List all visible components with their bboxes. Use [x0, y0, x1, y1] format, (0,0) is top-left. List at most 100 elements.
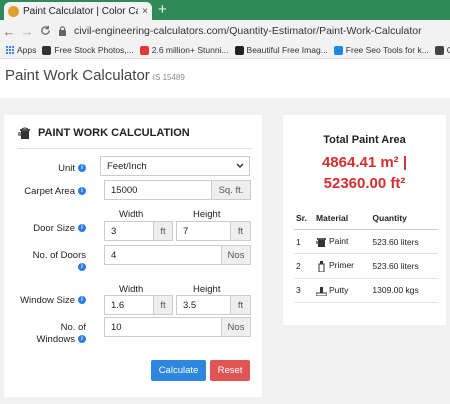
- bookmark-seo-tools[interactable]: Free Seo Tools for k...: [333, 45, 429, 55]
- standard-code: IS 15489: [152, 73, 185, 82]
- bookmark-label: Beautiful Free Imag...: [246, 45, 328, 55]
- no-of-windows-label: No. of Windows i: [14, 322, 86, 346]
- no-of-doors-input[interactable]: 4: [104, 245, 222, 265]
- info-icon[interactable]: i: [78, 296, 86, 305]
- calculate-button[interactable]: Calculate: [151, 360, 206, 381]
- bookmark-favicon-icon: [42, 45, 52, 55]
- windows-unit: Nos: [221, 317, 251, 337]
- total-paint-area-title: Total Paint Area: [323, 134, 406, 146]
- no-of-windows-label-text: No. of: [60, 322, 86, 333]
- materials-table: Sr. Material Quantity 1 Paint 523.60 lit…: [294, 207, 438, 303]
- material-name: Putty: [328, 284, 349, 295]
- info-icon[interactable]: i: [78, 187, 86, 196]
- site-favicon-icon: [8, 5, 19, 17]
- unit-select-value: Feet/Inch: [107, 160, 147, 172]
- column-header: Sr.: [294, 207, 314, 230]
- no-of-doors-label-text: No. of Doors: [32, 250, 86, 261]
- divider: [18, 148, 252, 149]
- bookmark-stock-photos[interactable]: Free Stock Photos,...: [42, 45, 134, 55]
- bookmark-label: Free Seo Tools for k...: [345, 45, 429, 55]
- no-of-windows-input[interactable]: 10: [104, 317, 222, 337]
- doors-unit: Nos: [221, 245, 251, 265]
- door-width-header: Width: [119, 209, 144, 220]
- window-width-unit: ft: [153, 295, 173, 315]
- primer-bottle-icon: [316, 260, 327, 272]
- calculation-form-card: PAINT WORK CALCULATION Unit i Feet/Inch C…: [4, 115, 262, 397]
- carpet-area-label-text: Carpet Area: [24, 186, 75, 197]
- form-heading: PAINT WORK CALCULATION: [18, 126, 190, 140]
- sr-cell: 2: [294, 253, 314, 279]
- paint-bucket-icon: [18, 126, 32, 140]
- new-tab-button[interactable]: +: [158, 1, 167, 19]
- info-icon[interactable]: i: [78, 335, 86, 344]
- tab-title: Paint Calculator | Color Calculator: [23, 5, 138, 17]
- address-bar[interactable]: civil-engineering-calculators.com/Quanti…: [74, 25, 422, 37]
- form-heading-text: PAINT WORK CALCULATION: [38, 127, 190, 139]
- bookmark-free-images[interactable]: Beautiful Free Imag...: [234, 45, 328, 55]
- door-height-unit: ft: [230, 221, 251, 241]
- page-title-text: Paint Work Calculator: [5, 67, 150, 84]
- bookmark-label: 2.6 million+ Stunni...: [151, 45, 229, 55]
- carpet-area-unit: Sq. ft.: [211, 180, 251, 200]
- door-width-unit: ft: [153, 221, 173, 241]
- bookmarks-bar: Apps Free Stock Photos,... 2.6 million+ …: [0, 42, 450, 59]
- paint-bucket-icon: [315, 236, 327, 248]
- back-icon[interactable]: ←: [0, 24, 18, 39]
- page-title: Paint Work Calculator IS 15489: [5, 67, 185, 84]
- sr-cell: 1: [294, 229, 314, 255]
- window-width-header: Width: [119, 284, 144, 295]
- browser-toolbar: ← → civil-engineering-calculators.com/Qu…: [0, 20, 450, 42]
- carpet-area-input[interactable]: 15000: [104, 180, 212, 200]
- lock-icon[interactable]: [58, 26, 68, 36]
- table-header-row: Sr. Material Quantity: [294, 207, 438, 230]
- bookmark-favicon-icon: [333, 45, 343, 55]
- quantity-cell: 1309.00 kgs: [370, 278, 438, 303]
- total-area-ft2: 52360.00 ft²: [323, 175, 406, 192]
- reload-icon[interactable]: [36, 24, 54, 39]
- bookmark-favicon-icon: [139, 45, 149, 55]
- quantity-cell: 523.60 liters: [370, 229, 438, 255]
- window-height-input[interactable]: 3.5: [176, 295, 231, 315]
- sr-cell: 3: [294, 278, 314, 303]
- info-icon[interactable]: i: [78, 164, 86, 173]
- quantity-cell: 523.60 liters: [370, 253, 438, 279]
- bookmark-stunning[interactable]: 2.6 million+ Stunni...: [139, 45, 229, 55]
- browser-tab[interactable]: Paint Calculator | Color Calculator ×: [4, 2, 152, 20]
- door-height-input[interactable]: 7: [176, 221, 231, 241]
- putty-tray-icon: [315, 285, 328, 297]
- info-icon[interactable]: i: [78, 263, 86, 272]
- page-header: Paint Work Calculator IS 15489: [0, 59, 450, 98]
- bookmark-apps[interactable]: Apps: [6, 45, 36, 55]
- window-size-label: Window Size i: [14, 295, 86, 307]
- column-header: Quantity: [370, 207, 438, 230]
- bookmark-qr[interactable]: QR: [434, 45, 450, 55]
- unit-label: Unit i: [14, 163, 86, 175]
- column-header: Material: [313, 207, 371, 230]
- material-name: Primer: [328, 260, 354, 271]
- window-height-header: Height: [193, 284, 221, 295]
- bookmark-favicon-icon: [234, 45, 244, 55]
- table-row: 3 Putty 1309.00 kgs: [294, 278, 438, 303]
- window-width-input[interactable]: 1.6: [104, 295, 154, 315]
- info-icon[interactable]: i: [78, 224, 86, 233]
- door-size-label: Door Size i: [14, 223, 86, 235]
- apps-grid-icon: [6, 46, 14, 54]
- unit-select[interactable]: Feet/Inch: [100, 156, 250, 176]
- results-card: Total Paint Area 4864.41 m² | 52360.00 f…: [283, 115, 446, 325]
- door-height-header: Height: [193, 209, 221, 220]
- table-row: 2 Primer 523.60 liters: [294, 253, 438, 279]
- browser-tab-bar: Paint Calculator | Color Calculator × +: [0, 0, 450, 20]
- window-size-label-text: Window Size: [20, 295, 75, 306]
- door-size-label-text: Door Size: [33, 223, 75, 234]
- forward-icon[interactable]: →: [18, 24, 36, 39]
- material-cell: Paint: [313, 229, 371, 255]
- bookmark-favicon-icon: [434, 45, 444, 55]
- reset-button[interactable]: Reset: [210, 360, 250, 381]
- tab-close-icon[interactable]: ×: [142, 6, 148, 17]
- material-name: Paint: [328, 236, 349, 246]
- total-area-m2: 4864.41 m² |: [321, 154, 408, 171]
- door-width-input[interactable]: 3: [104, 221, 154, 241]
- material-cell: Putty: [313, 278, 371, 303]
- window-height-unit: ft: [230, 295, 251, 315]
- no-of-doors-label: No. of Doors i: [14, 250, 86, 274]
